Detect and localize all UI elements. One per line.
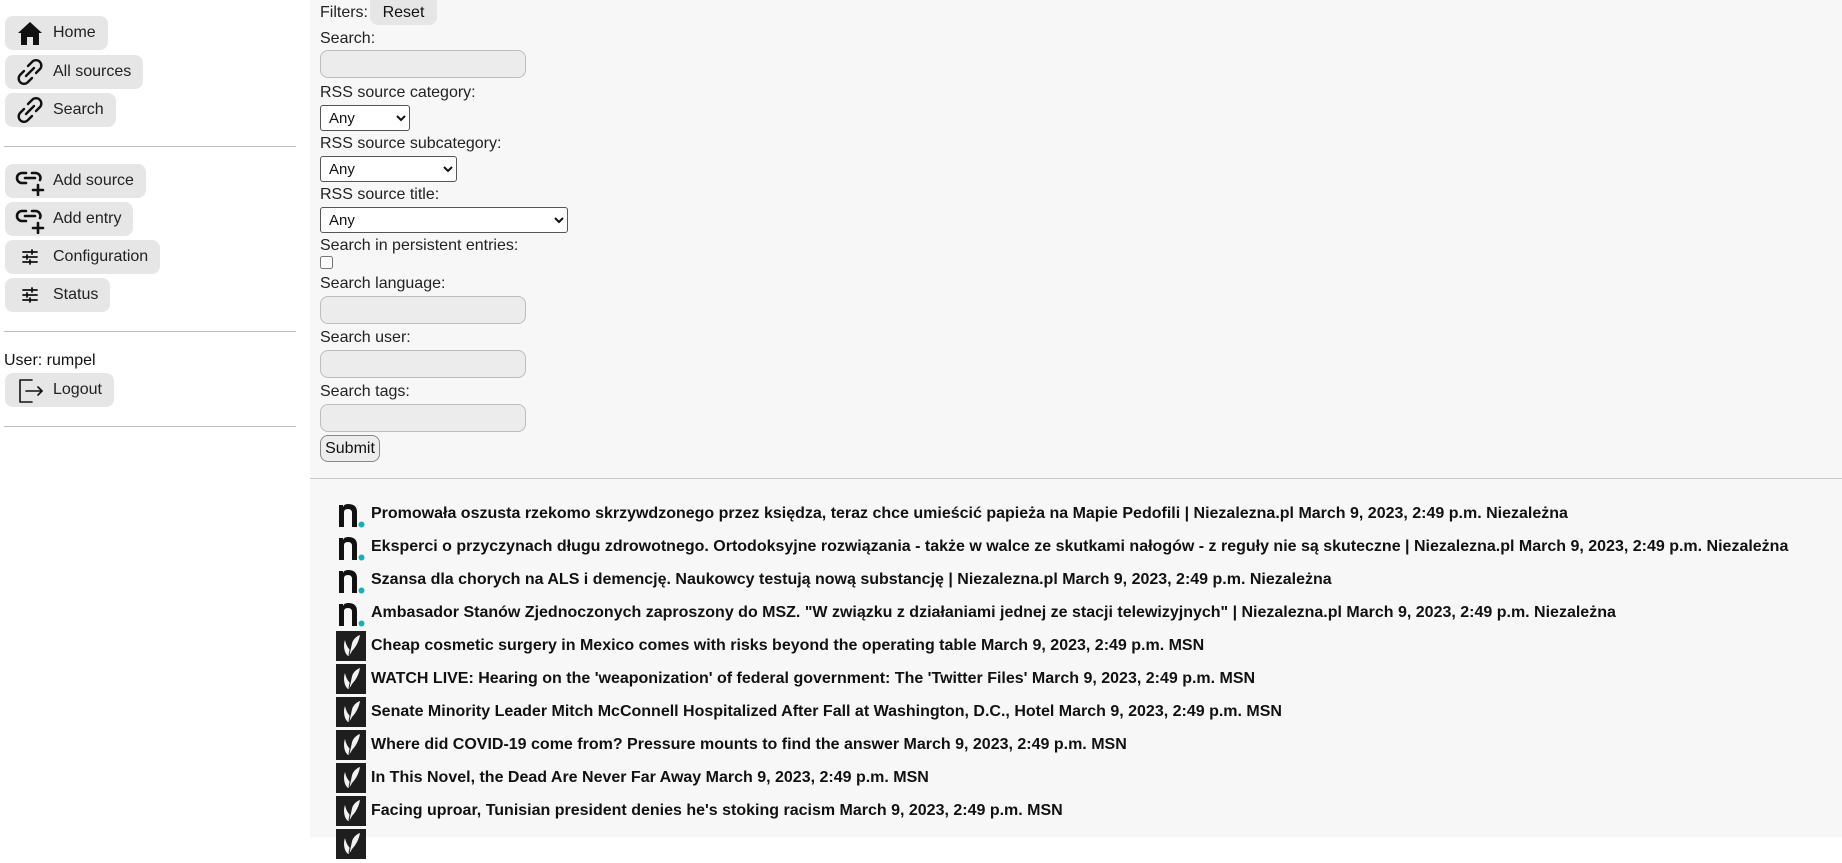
entry-row[interactable]: Promowała oszusta rzekomo skrzywdzonego …: [336, 498, 1568, 530]
tune-icon: [15, 280, 45, 310]
entry-title-link[interactable]: Cheap cosmetic surgery in Mexico comes w…: [371, 637, 1204, 655]
subcategory-select[interactable]: Any: [320, 156, 457, 182]
home-icon: [15, 18, 45, 48]
sidebar-divider: [4, 146, 296, 147]
entry-row[interactable]: In This Novel, the Dead Are Never Far Aw…: [336, 762, 929, 794]
logout-icon: [15, 375, 45, 405]
entry-title-link[interactable]: Where did COVID-19 come from? Pressure m…: [371, 736, 1127, 754]
user-input[interactable]: [320, 350, 526, 378]
entry-row[interactable]: Where did COVID-19 come from? Pressure m…: [336, 729, 1127, 761]
current-user-label: User: rumpel: [4, 352, 96, 369]
add-link-icon: [15, 204, 45, 234]
link-icon: [15, 57, 45, 87]
entry-row[interactable]: Szansa dla chorych na ALS i demencję. Na…: [336, 564, 1332, 596]
logout-button[interactable]: Logout: [5, 373, 114, 407]
entry-row[interactable]: WATCH LIVE: Hearing on the 'weaponizatio…: [336, 663, 1255, 695]
msn-butterfly-icon: [336, 796, 366, 826]
add-entry-button[interactable]: Add entry: [5, 202, 134, 236]
msn-butterfly-icon: [336, 631, 366, 661]
entry-title-link[interactable]: Promowała oszusta rzekomo skrzywdzonego …: [371, 505, 1568, 523]
subcategory-label: RSS source subcategory:: [320, 135, 502, 152]
add-source-label: Add source: [53, 172, 134, 189]
niezalezna-logo-icon: [336, 565, 366, 595]
entry-title-link[interactable]: In This Novel, the Dead Are Never Far Aw…: [371, 769, 929, 787]
entry-row[interactable]: Senate Minority Leader Mitch McConnell H…: [336, 696, 1282, 728]
main-content: Filters: Reset Search: RSS source catego…: [310, 0, 1842, 859]
home-button[interactable]: Home: [5, 16, 108, 50]
source-title-select[interactable]: Any: [320, 207, 568, 233]
search-nav-button[interactable]: Search: [5, 93, 116, 127]
all-sources-button[interactable]: All sources: [5, 55, 144, 89]
entry-title-link[interactable]: Ambasador Stanów Zjednoczonych zaproszon…: [371, 604, 1616, 622]
entry-row[interactable]: Ambasador Stanów Zjednoczonych zaproszon…: [336, 597, 1616, 629]
entry-row[interactable]: Eksperci o przyczynach długu zdrowotnego…: [336, 531, 1788, 563]
reset-button[interactable]: Reset: [370, 0, 437, 25]
entry-row[interactable]: [336, 828, 371, 860]
sidebar-divider: [4, 331, 296, 332]
configuration-label: Configuration: [53, 248, 149, 265]
tags-label: Search tags:: [320, 383, 410, 400]
add-source-button[interactable]: Add source: [5, 164, 146, 198]
persistent-label: Search in persistent entries:: [320, 237, 519, 254]
niezalezna-logo-icon: [336, 532, 366, 562]
user-filter-label: Search user:: [320, 329, 411, 346]
entry-row[interactable]: Facing uproar, Tunisian president denies…: [336, 795, 1063, 827]
add-entry-label: Add entry: [53, 210, 122, 227]
entry-title-link[interactable]: Facing uproar, Tunisian president denies…: [371, 802, 1063, 820]
configuration-button[interactable]: Configuration: [5, 240, 161, 274]
msn-butterfly-icon: [336, 730, 366, 760]
search-nav-label: Search: [53, 101, 104, 118]
entry-title-link[interactable]: Eksperci o przyczynach długu zdrowotnego…: [371, 538, 1788, 556]
home-label: Home: [53, 24, 96, 41]
search-label: Search:: [320, 30, 376, 47]
entry-row[interactable]: Cheap cosmetic surgery in Mexico comes w…: [336, 630, 1204, 662]
language-input[interactable]: [320, 296, 526, 324]
source-title-label: RSS source title:: [320, 186, 440, 203]
results-divider: [310, 478, 1842, 479]
add-link-icon: [15, 166, 45, 196]
logout-label: Logout: [53, 381, 102, 398]
sidebar-divider: [4, 426, 296, 427]
filters-title: Filters:: [320, 4, 368, 21]
msn-butterfly-icon: [336, 697, 366, 727]
tune-icon: [15, 242, 45, 272]
entry-title-link[interactable]: Szansa dla chorych na ALS i demencję. Na…: [371, 571, 1332, 589]
sidebar: Home All sources Search Add source Add e…: [0, 0, 300, 837]
search-input[interactable]: [320, 50, 526, 78]
status-button[interactable]: Status: [5, 278, 111, 312]
niezalezna-logo-icon: [336, 598, 366, 628]
status-label: Status: [53, 286, 99, 303]
entry-title-link[interactable]: Senate Minority Leader Mitch McConnell H…: [371, 703, 1282, 721]
category-select[interactable]: Any: [320, 105, 410, 131]
msn-butterfly-icon: [336, 829, 366, 859]
niezalezna-logo-icon: [336, 499, 366, 529]
submit-button[interactable]: Submit: [320, 435, 380, 462]
persistent-checkbox[interactable]: [320, 256, 333, 269]
category-label: RSS source category:: [320, 84, 476, 101]
language-label: Search language:: [320, 275, 446, 292]
msn-butterfly-icon: [336, 763, 366, 793]
entry-title-link[interactable]: WATCH LIVE: Hearing on the 'weaponizatio…: [371, 670, 1255, 688]
link-icon: [15, 95, 45, 125]
all-sources-label: All sources: [53, 63, 132, 80]
msn-butterfly-icon: [336, 664, 366, 694]
tags-input[interactable]: [320, 404, 526, 432]
